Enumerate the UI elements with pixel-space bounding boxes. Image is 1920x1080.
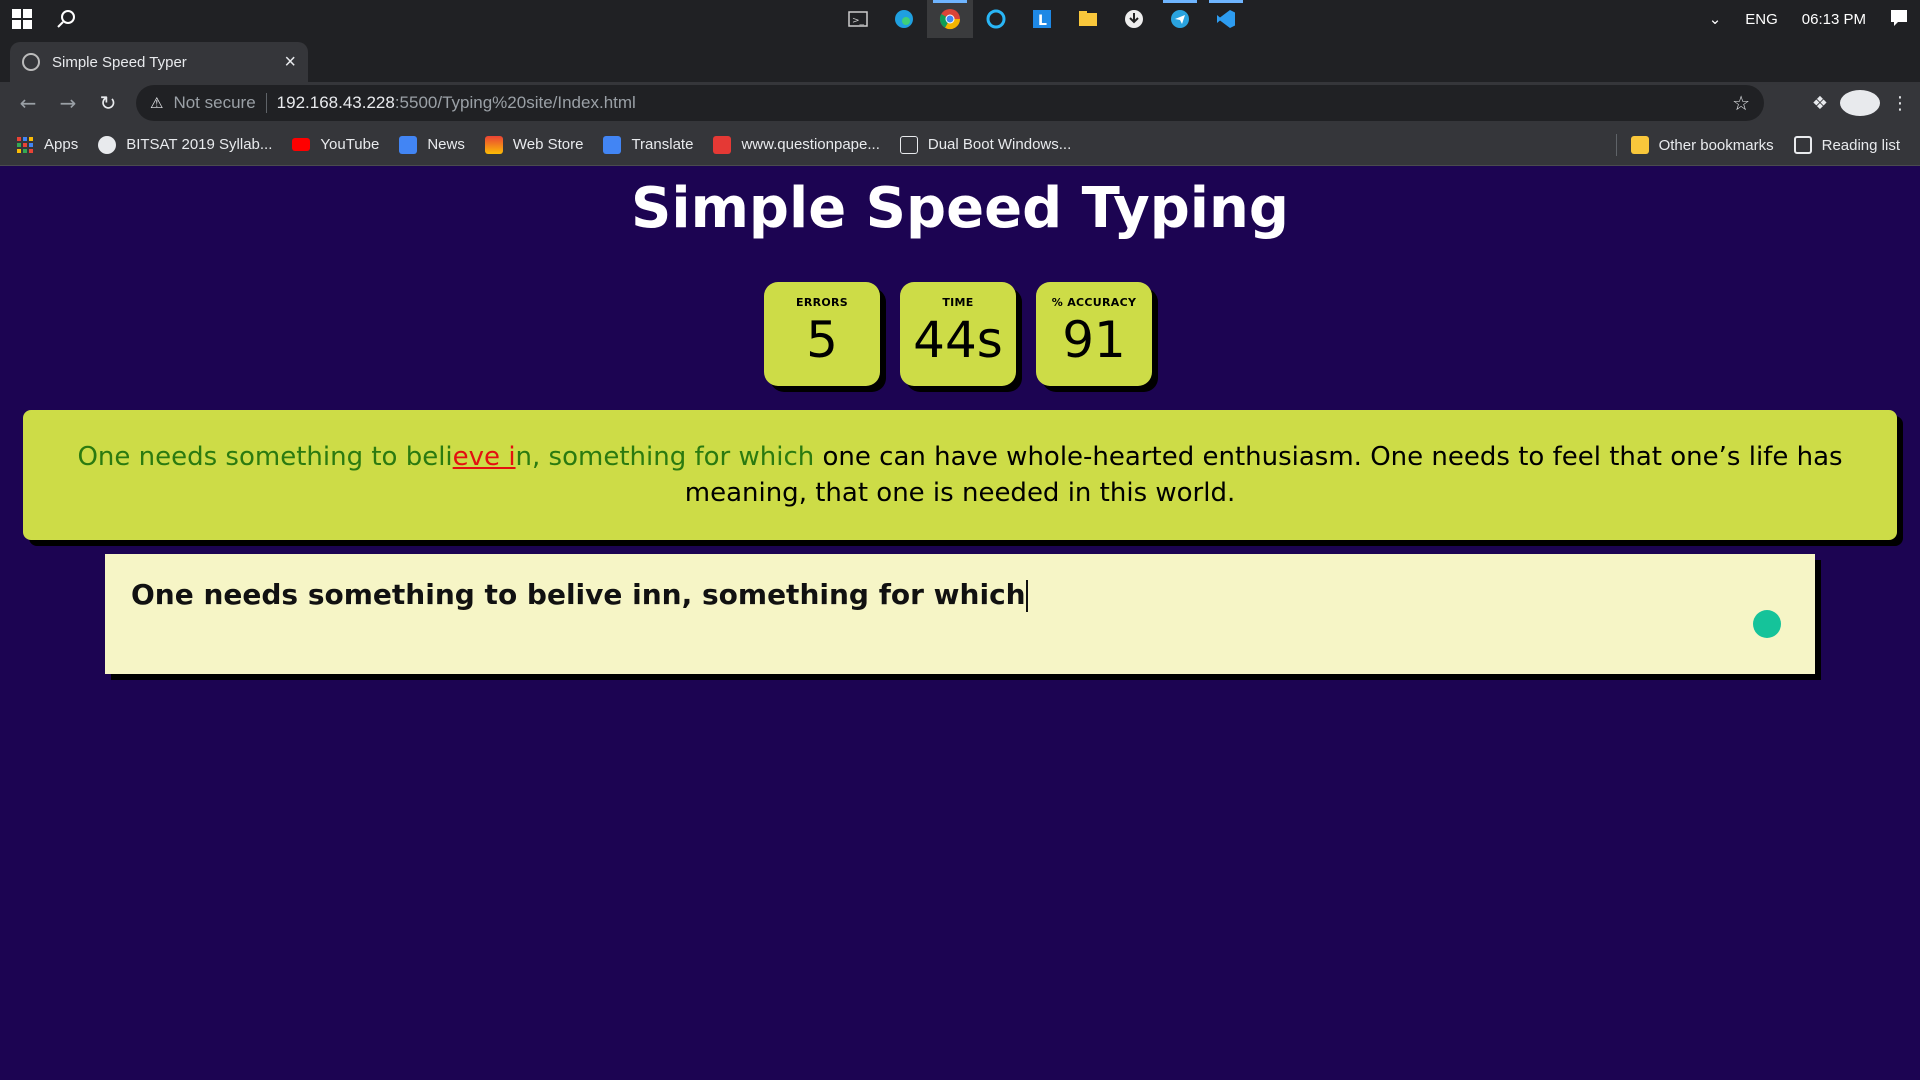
bookmark-translate[interactable]: Translate <box>603 135 694 154</box>
typed-text: One needs something to belive inn, somet… <box>131 578 1026 611</box>
web-store-icon <box>484 135 503 154</box>
quote-correct-chars: One needs something to beli <box>77 442 453 472</box>
os-taskbar: >_ L ⌄ ENG 06:13 PM <box>0 0 1920 38</box>
pdf-icon <box>713 135 732 154</box>
omnibox-divider <box>265 93 267 113</box>
system-tray: ⌄ ENG 06:13 PM <box>1697 0 1920 38</box>
bookmark-questionpaper[interactable]: www.questionpape... <box>713 135 880 154</box>
apps-grid-icon <box>17 136 33 153</box>
text-caret <box>1025 580 1028 612</box>
menu-kebab-icon[interactable]: ⋮ <box>1880 93 1920 114</box>
extensions-puzzle-icon[interactable]: ❖ <box>1800 93 1840 114</box>
page-content: Simple Speed Typing ERRORS 5 TIME 44s % … <box>0 166 1920 1080</box>
warning-icon[interactable]: ⚠ <box>150 94 163 112</box>
bookmark-label: Dual Boot Windows... <box>927 136 1072 153</box>
download-app-icon[interactable] <box>1111 0 1157 38</box>
quote-correct-chars: n, something for which <box>515 442 815 472</box>
quote-remaining-chars: one can have whole-hearted enthusiasm. O… <box>684 442 1843 508</box>
clock[interactable]: 06:13 PM <box>1802 11 1866 28</box>
bookmark-bitsat[interactable]: BITSAT 2019 Syllab... <box>98 135 273 154</box>
news-icon <box>399 135 418 154</box>
quote-text: One needs something to believe in, somet… <box>57 439 1863 511</box>
folder-icon <box>1630 136 1649 154</box>
accuracy-label: % ACCURACY <box>1051 296 1137 309</box>
reading-list-icon <box>1793 136 1812 154</box>
bookmark-label: Apps <box>44 136 79 153</box>
edge-icon[interactable] <box>881 0 927 38</box>
cortana-icon[interactable] <box>973 0 1019 38</box>
toolbar-actions: ❖ ⋮ <box>1800 82 1920 124</box>
notifications-icon[interactable] <box>1890 8 1908 30</box>
tab-strip: Simple Speed Typer × + ⌄ — ❐ ✕ <box>0 38 1920 112</box>
url-path[interactable]: :5500/Typing%20site/Index.html <box>395 93 636 113</box>
accuracy-value: 91 <box>1062 311 1126 369</box>
bookmark-label: BITSAT 2019 Syllab... <box>126 136 273 153</box>
youtube-icon <box>292 138 311 151</box>
telegram-icon[interactable] <box>1157 0 1203 38</box>
launcher-l-icon[interactable]: L <box>1019 0 1065 38</box>
bookmarks-right: Other bookmarks Reading list <box>1615 124 1920 166</box>
terminal-icon[interactable]: >_ <box>835 0 881 38</box>
forward-icon[interactable]: → <box>48 91 88 115</box>
svg-text:>_: >_ <box>852 16 865 26</box>
search-icon[interactable] <box>44 0 88 38</box>
browser-toolbar: ← → ↻ ⚠ Not secure 192.168.43.228:5500/T… <box>0 82 1920 124</box>
bookmark-label: Web Store <box>512 136 584 153</box>
time-label: TIME <box>942 296 974 309</box>
bookmark-label: Reading list <box>1821 136 1900 154</box>
time-card: TIME 44s <box>900 282 1016 386</box>
typing-input[interactable]: One needs something to belive inn, somet… <box>105 554 1815 674</box>
bookmark-reading-list[interactable]: Reading list <box>1793 136 1900 154</box>
taskbar-apps: >_ L <box>835 0 1249 38</box>
bookmark-web-store[interactable]: Web Store <box>484 135 584 154</box>
svg-text:L: L <box>1038 13 1047 29</box>
errors-value: 5 <box>806 311 838 369</box>
globe-icon <box>98 135 117 154</box>
vscode-icon[interactable] <box>1203 0 1249 38</box>
bookmark-other[interactable]: Other bookmarks <box>1630 136 1774 154</box>
chevron-up-icon[interactable]: ⌄ <box>1709 10 1722 28</box>
bookmark-news[interactable]: News <box>399 135 465 154</box>
chrome-icon[interactable] <box>927 0 973 38</box>
bookmark-apps[interactable]: Apps <box>16 136 78 154</box>
bookmark-youtube[interactable]: YouTube <box>292 136 379 153</box>
file-explorer-icon[interactable] <box>1065 0 1111 38</box>
stats-row: ERRORS 5 TIME 44s % ACCURACY 91 <box>764 282 1152 386</box>
bookmarks-bar: Apps BITSAT 2019 Syllab... YouTube News … <box>0 124 1920 166</box>
globe-icon <box>22 53 40 71</box>
bookmark-label: Translate <box>631 136 694 153</box>
close-tab-icon[interactable]: × <box>284 51 296 74</box>
reload-icon[interactable]: ↻ <box>88 91 128 115</box>
time-value: 44s <box>913 311 1003 369</box>
windows-start-icon[interactable] <box>0 0 44 38</box>
back-icon[interactable]: ← <box>8 91 48 115</box>
address-bar[interactable]: ⚠ Not secure 192.168.43.228:5500/Typing%… <box>136 85 1764 121</box>
not-secure-label[interactable]: Not secure <box>173 93 255 113</box>
url-host[interactable]: 192.168.43.228 <box>277 93 395 113</box>
profile-avatar[interactable] <box>1840 90 1880 116</box>
tab-title: Simple Speed Typer <box>52 53 187 71</box>
errors-label: ERRORS <box>796 296 848 309</box>
bookmark-star-icon[interactable]: ☆ <box>1732 91 1750 116</box>
bookmark-label: YouTube <box>320 136 380 153</box>
bookmark-label: Other bookmarks <box>1658 136 1774 154</box>
language-indicator[interactable]: ENG <box>1745 11 1778 28</box>
translate-icon <box>603 135 622 154</box>
bookmark-label: News <box>427 136 465 153</box>
bookmarks-divider <box>1615 134 1617 156</box>
bookmark-dual-boot[interactable]: Dual Boot Windows... <box>899 135 1072 154</box>
accuracy-card: % ACCURACY 91 <box>1036 282 1152 386</box>
page-title: Simple Speed Typing <box>631 176 1289 241</box>
tab-simple-speed-typer[interactable]: Simple Speed Typer × <box>10 42 308 82</box>
quote-box: One needs something to believe in, somet… <box>23 410 1897 540</box>
errors-card: ERRORS 5 <box>764 282 880 386</box>
bookmark-label: www.questionpape... <box>741 136 880 153</box>
grammarly-icon[interactable] <box>1753 610 1781 638</box>
site-icon <box>899 135 918 154</box>
quote-incorrect-chars: eve i <box>452 442 516 472</box>
